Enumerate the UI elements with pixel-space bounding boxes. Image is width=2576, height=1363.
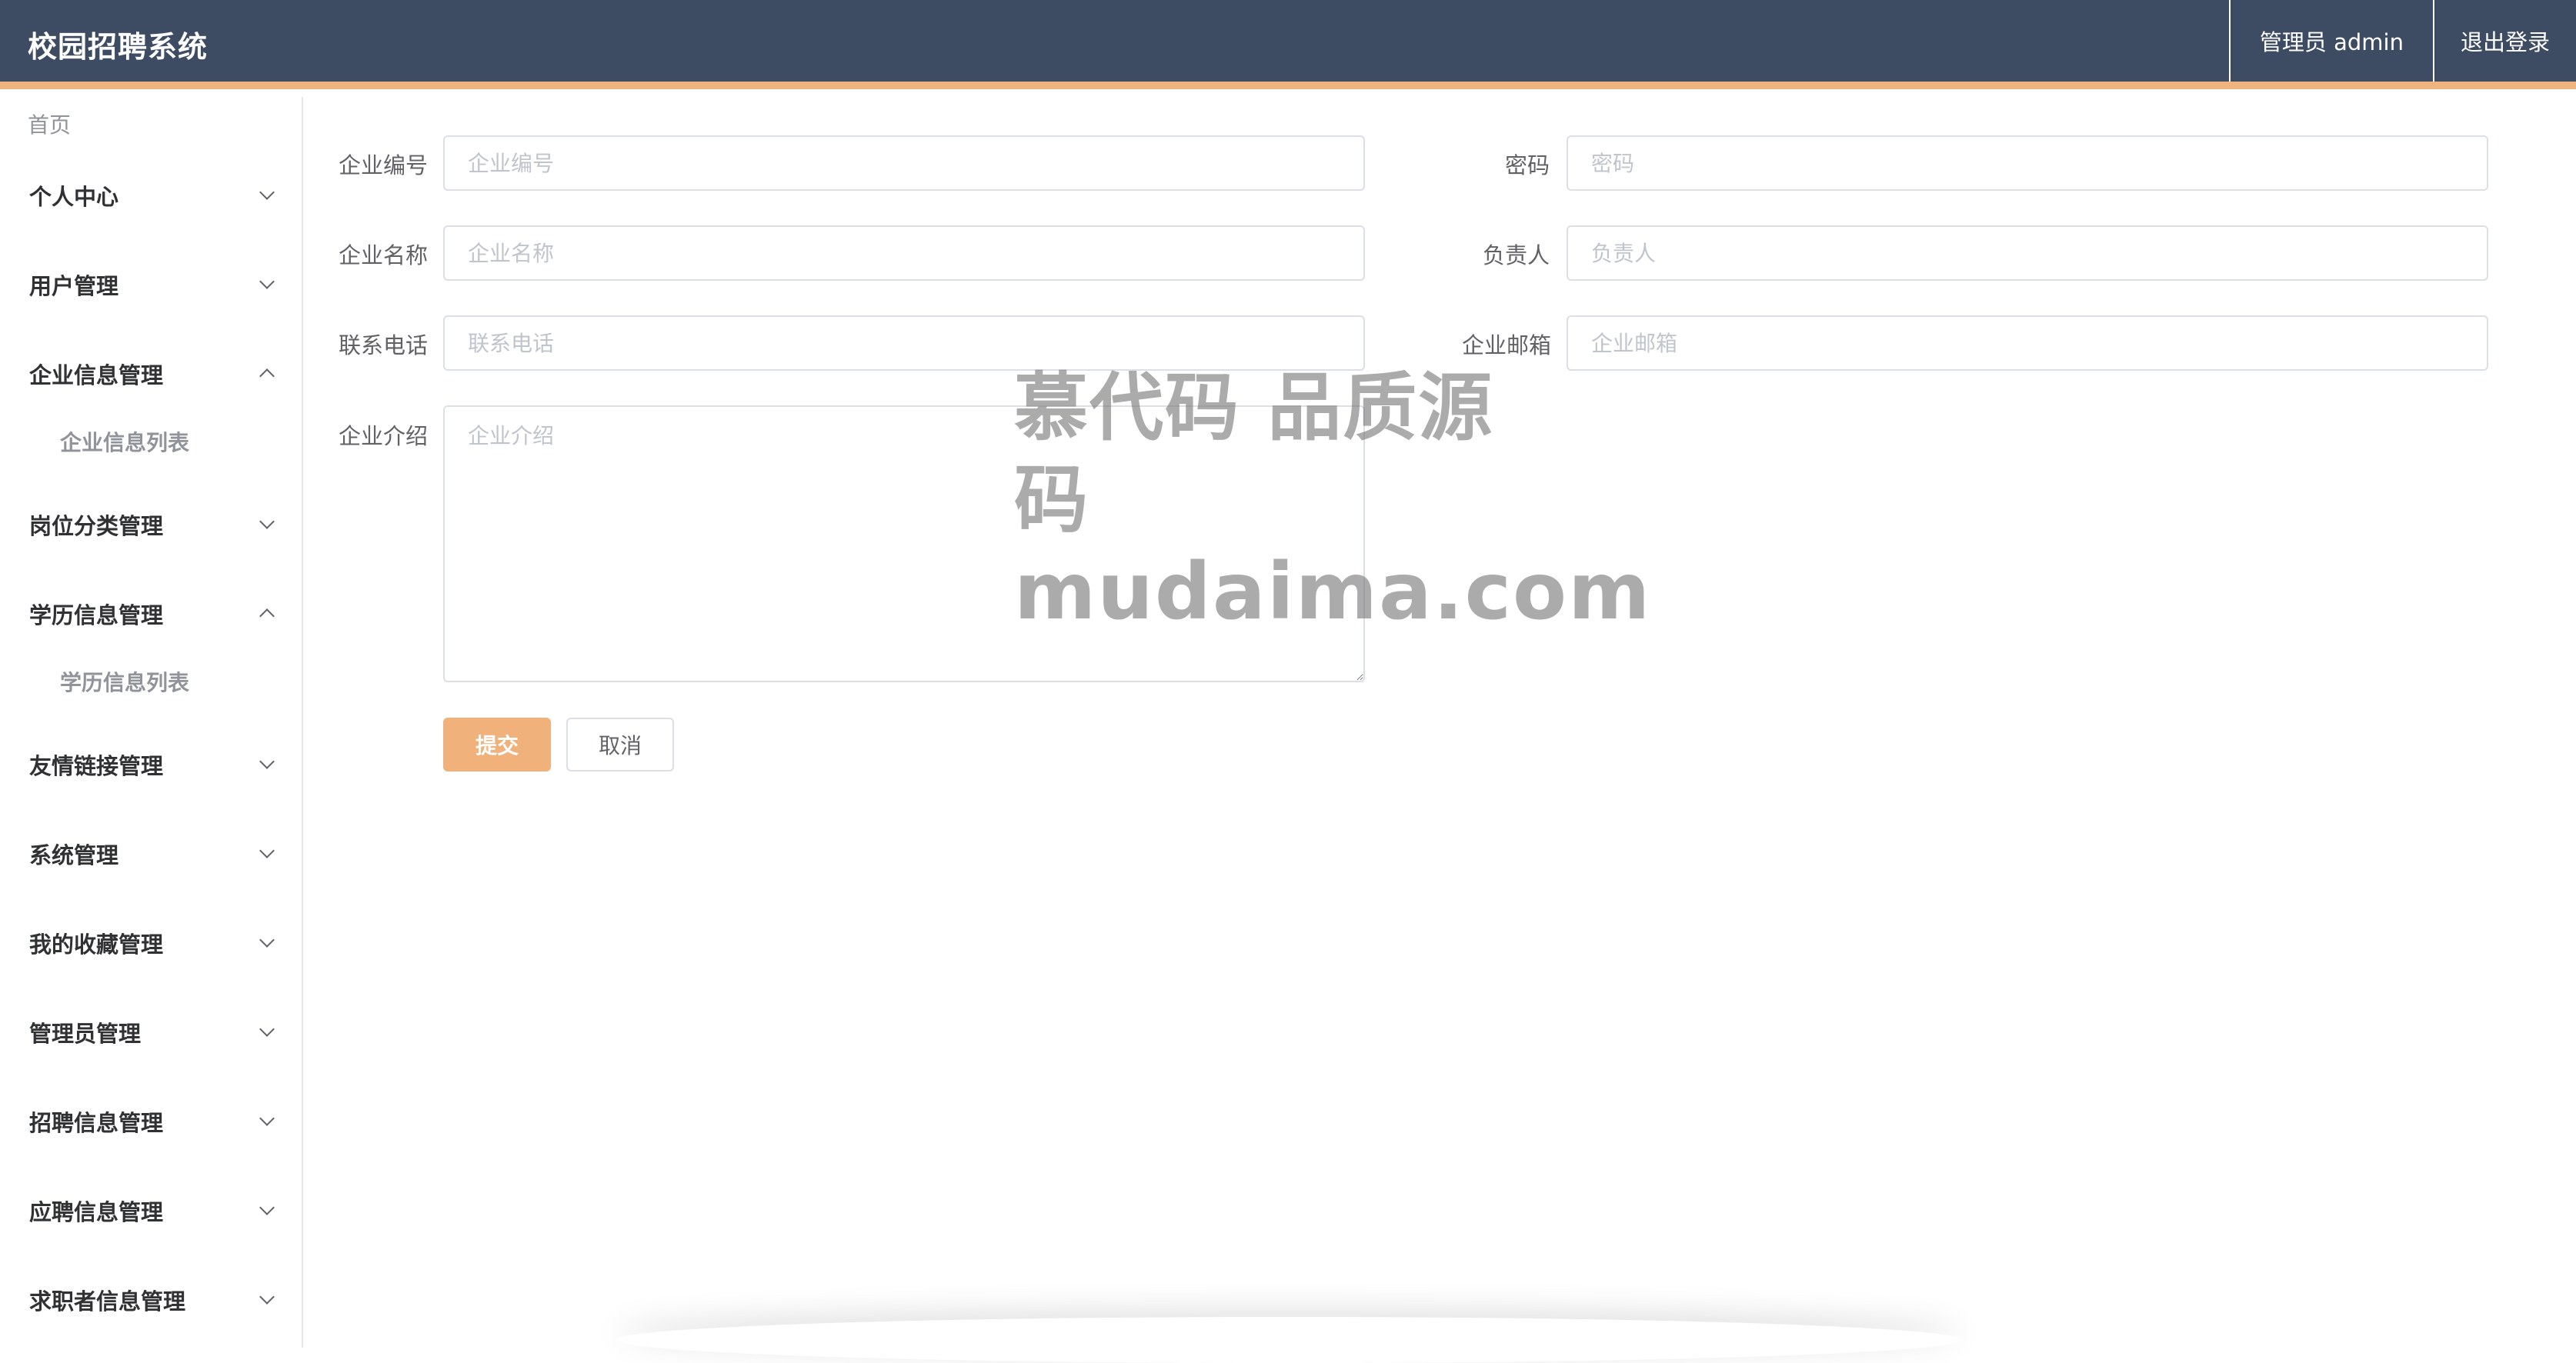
chevron-down-icon <box>259 185 275 200</box>
sidebar-group-label: 应聘信息管理 <box>29 1199 164 1225</box>
submit-button[interactable]: 提交 <box>443 718 551 771</box>
chevron-down-icon <box>259 754 275 769</box>
company-no-label: 企业编号 <box>339 152 429 178</box>
sidebar-group-label: 管理员管理 <box>29 1021 142 1047</box>
company-no-input[interactable] <box>443 135 1365 191</box>
sidebar-item-education-list[interactable]: 学历信息列表 <box>0 643 302 720</box>
sidebar-group-personal-center[interactable]: 个人中心 <box>0 151 302 240</box>
sidebar-item-home[interactable]: 首页 <box>0 97 302 151</box>
phone-input[interactable] <box>443 315 1365 371</box>
sidebar-group-label: 我的收藏管理 <box>29 931 164 958</box>
sidebar-group-job-seekers[interactable]: 求职者信息管理 <box>0 1255 302 1345</box>
manager-input[interactable] <box>1567 225 2488 281</box>
chevron-down-icon <box>259 1111 275 1126</box>
logout-button[interactable]: 退出登录 <box>2432 0 2576 82</box>
sidebar-group-label: 友情链接管理 <box>29 753 164 779</box>
company-name-input[interactable] <box>443 225 1365 281</box>
chevron-up-icon <box>259 608 275 624</box>
app-title: 校园招聘系统 <box>28 30 209 64</box>
chevron-down-icon <box>259 843 275 858</box>
sidebar-group-label: 用户管理 <box>29 273 119 299</box>
email-label: 企业邮箱 <box>1462 332 1552 358</box>
company-name-label: 企业名称 <box>339 242 429 268</box>
password-label: 密码 <box>1505 152 1550 178</box>
intro-textarea[interactable] <box>443 405 1365 682</box>
sidebar-group-label: 个人中心 <box>29 184 119 210</box>
sidebar-group-user-management[interactable]: 用户管理 <box>0 240 302 329</box>
chevron-down-icon <box>259 1289 275 1305</box>
password-input[interactable] <box>1567 135 2488 191</box>
sidebar-group-recruitment[interactable]: 招聘信息管理 <box>0 1077 302 1166</box>
sidebar-group-label: 求职者信息管理 <box>29 1288 186 1315</box>
chevron-down-icon <box>259 1200 275 1215</box>
chevron-up-icon <box>259 368 275 384</box>
chevron-down-icon <box>259 274 275 289</box>
manager-label: 负责人 <box>1483 242 1550 268</box>
chevron-down-icon <box>259 514 275 529</box>
sidebar-group-label: 系统管理 <box>29 842 119 868</box>
chevron-down-icon <box>259 932 275 948</box>
intro-label: 企业介绍 <box>339 423 429 449</box>
top-header-bar: 校园招聘系统 管理员 admin 退出登录 <box>0 0 2576 89</box>
sidebar-group-friend-links[interactable]: 友情链接管理 <box>0 720 302 809</box>
current-user-label[interactable]: 管理员 admin <box>2228 0 2433 82</box>
sidebar-group-job-category[interactable]: 岗位分类管理 <box>0 480 302 569</box>
sidebar-group-applications[interactable]: 应聘信息管理 <box>0 1166 302 1255</box>
sidebar-item-company-list[interactable]: 企业信息列表 <box>0 403 302 480</box>
sidebar-group-label: 学历信息管理 <box>29 602 164 628</box>
sidebar-group-system[interactable]: 系统管理 <box>0 809 302 898</box>
email-input[interactable] <box>1567 315 2488 371</box>
header-actions: 管理员 admin 退出登录 <box>2228 0 2576 82</box>
sidebar-group-admin[interactable]: 管理员管理 <box>0 988 302 1077</box>
chevron-down-icon <box>259 1021 275 1037</box>
sidebar-group-label: 岗位分类管理 <box>29 513 164 539</box>
sidebar-menu: 首页 个人中心 用户管理 企业信息管理 企业信息列表 岗位分类管理 学历信息管理… <box>0 97 303 1348</box>
sidebar-group-favorites[interactable]: 我的收藏管理 <box>0 898 302 988</box>
sidebar-group-label: 企业信息管理 <box>29 362 164 388</box>
cancel-button[interactable]: 取消 <box>566 718 674 771</box>
sidebar-group-label: 招聘信息管理 <box>29 1110 164 1136</box>
phone-label: 联系电话 <box>339 332 429 358</box>
